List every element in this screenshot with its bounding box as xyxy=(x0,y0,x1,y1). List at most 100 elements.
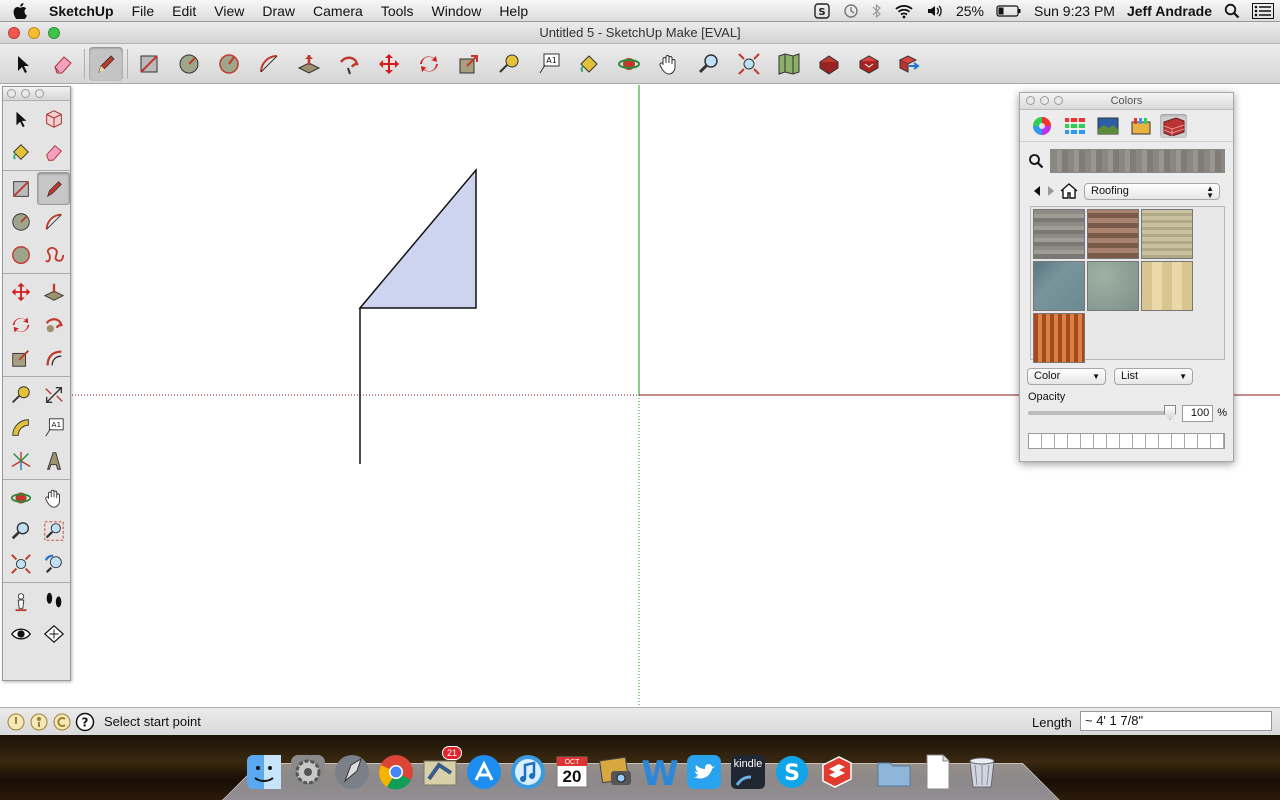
colors-close-button[interactable] xyxy=(1026,96,1035,105)
toolbar-tape-measure-tool[interactable] xyxy=(492,47,526,81)
toolbar-scale-tool[interactable] xyxy=(452,47,486,81)
calendar-dock-icon[interactable]: OCT 20 xyxy=(552,752,592,792)
mode-dropdown[interactable]: Color ▼ xyxy=(1027,368,1106,385)
window-close-button[interactable] xyxy=(8,27,20,39)
skype-status-icon[interactable]: S xyxy=(814,3,830,19)
sketchup-dock-icon[interactable] xyxy=(816,752,856,792)
twitter-dock-icon[interactable] xyxy=(684,752,724,792)
color-history-strip[interactable] xyxy=(1028,433,1225,449)
toolbar-line-tool[interactable] xyxy=(89,46,123,81)
toolbar-3d-warehouse-button[interactable] xyxy=(772,47,806,81)
mail-dock-icon[interactable]: 21 xyxy=(420,746,462,792)
material-thumb-slate-blue[interactable] xyxy=(1033,261,1085,311)
home-icon[interactable] xyxy=(1060,183,1078,199)
material-thumb-scallop-green[interactable] xyxy=(1087,261,1139,311)
toolbar-share-model-button[interactable] xyxy=(812,47,846,81)
trash-dock-icon[interactable] xyxy=(962,752,1002,792)
chrome-dock-icon[interactable] xyxy=(376,752,416,792)
toolbar-circle-tool[interactable] xyxy=(172,47,206,81)
menu-window[interactable]: Window xyxy=(423,0,491,22)
documents-stack-dock-icon[interactable] xyxy=(918,752,958,792)
menu-view[interactable]: View xyxy=(205,0,253,22)
image-palette-tab[interactable] xyxy=(1094,114,1121,138)
menubar-clock[interactable]: Sun 9:23 PM xyxy=(1034,3,1115,19)
material-thumb-stone-tan[interactable] xyxy=(1141,261,1193,311)
toolbar-select-tool[interactable] xyxy=(6,47,40,81)
menu-app-name[interactable]: SketchUp xyxy=(40,0,123,22)
credits-status-icon[interactable] xyxy=(29,712,49,732)
textures-tab[interactable] xyxy=(1160,113,1187,138)
toolbar-extension-warehouse-button[interactable] xyxy=(892,47,926,81)
toolbar-arc-tool[interactable] xyxy=(252,47,286,81)
opacity-slider-thumb[interactable] xyxy=(1164,405,1176,420)
apple-menu[interactable] xyxy=(0,2,40,19)
menu-file[interactable]: File xyxy=(123,0,164,22)
material-thumb-shingles-gray[interactable] xyxy=(1033,209,1085,259)
crayons-tab[interactable] xyxy=(1127,114,1154,138)
itunes-dock-icon[interactable] xyxy=(508,752,548,792)
menu-draw[interactable]: Draw xyxy=(253,0,304,22)
sliders-icon xyxy=(1064,116,1085,135)
instructor-help-icon[interactable]: ? xyxy=(75,712,95,732)
skype-dock-icon[interactable]: S xyxy=(772,752,812,792)
toolbar-zoom-tool[interactable] xyxy=(692,47,726,81)
toolbar-push-pull-tool[interactable] xyxy=(292,47,326,81)
eyedropper-search-icon[interactable] xyxy=(1028,153,1044,169)
menu-tools[interactable]: Tools xyxy=(372,0,423,22)
toolbar-paint-bucket-tool[interactable] xyxy=(572,47,606,81)
opacity-slider[interactable] xyxy=(1028,405,1176,420)
wunderlist-dock-icon[interactable]: W xyxy=(640,752,680,792)
toolbar-rectangle-tool[interactable] xyxy=(132,47,166,81)
current-material-swatch[interactable] xyxy=(1050,149,1225,173)
toolbar-move-tool[interactable] xyxy=(372,47,406,81)
toolbar-text-tool[interactable]: A1 xyxy=(532,47,566,81)
menubar-user[interactable]: Jeff Andrade xyxy=(1127,3,1212,19)
launchpad-dock-icon[interactable] xyxy=(332,752,372,792)
finder-dock-icon[interactable] xyxy=(244,752,284,792)
wifi-icon[interactable] xyxy=(894,3,914,19)
window-minimize-button[interactable] xyxy=(28,27,40,39)
toolbar-follow-me-tool[interactable] xyxy=(332,47,366,81)
menu-bar: SketchUp File Edit View Draw Camera Tool… xyxy=(0,0,1280,22)
triangle-face[interactable] xyxy=(358,167,477,309)
bluetooth-icon[interactable] xyxy=(872,3,882,19)
window-zoom-button[interactable] xyxy=(48,27,60,39)
material-thumb-shingles-olive[interactable] xyxy=(1141,209,1193,259)
toolbar-orbit-tool[interactable] xyxy=(612,47,646,81)
view-dropdown[interactable]: List ▼ xyxy=(1114,368,1193,385)
material-thumb-shakes-brown[interactable] xyxy=(1087,209,1139,259)
geolocation-status-icon[interactable] xyxy=(6,712,26,732)
kindle-dock-icon[interactable]: kindle xyxy=(728,752,768,792)
toolbar-zoom-extents-tool[interactable] xyxy=(732,47,766,81)
back-arrow-icon[interactable] xyxy=(1032,185,1042,197)
menu-help[interactable]: Help xyxy=(490,0,537,22)
app-store-dock-icon[interactable] xyxy=(464,752,504,792)
notification-center-icon[interactable] xyxy=(1252,3,1274,19)
colors-zoom-button[interactable] xyxy=(1054,96,1063,105)
toolbar-pan-tool[interactable] xyxy=(652,47,686,81)
iphoto-dock-icon[interactable] xyxy=(596,752,636,792)
color-wheel-tab[interactable] xyxy=(1028,114,1055,138)
time-machine-icon[interactable] xyxy=(842,3,860,19)
measurements-input[interactable]: ~ 4' 1 7/8" xyxy=(1080,711,1272,731)
colors-panel-title-bar[interactable]: Colors xyxy=(1020,93,1233,110)
toolbar-get-models-button[interactable] xyxy=(852,47,886,81)
system-preferences-dock-icon[interactable] xyxy=(288,752,328,792)
applications-folder-dock-icon[interactable] xyxy=(874,752,914,792)
colors-minimize-button[interactable] xyxy=(1040,96,1049,105)
menu-edit[interactable]: Edit xyxy=(163,0,205,22)
collection-dropdown[interactable]: Roofing ▲ ▼ xyxy=(1084,182,1220,200)
volume-icon[interactable] xyxy=(926,3,944,19)
login-status-icon[interactable] xyxy=(52,712,72,732)
material-thumb-tile-terracotta[interactable] xyxy=(1033,313,1085,363)
opacity-input[interactable]: 100 xyxy=(1181,404,1214,422)
toolbar-polygon-tool[interactable] xyxy=(212,47,246,81)
battery-icon[interactable] xyxy=(996,4,1022,18)
toolbar-rotate-tool[interactable] xyxy=(412,47,446,81)
forward-arrow-icon[interactable] xyxy=(1046,185,1056,197)
toolbar-eraser-tool[interactable] xyxy=(46,47,80,81)
menu-camera[interactable]: Camera xyxy=(304,0,372,22)
color-sliders-tab[interactable] xyxy=(1061,114,1088,138)
zoom-magnifier-icon xyxy=(698,53,718,73)
spotlight-search-icon[interactable] xyxy=(1224,3,1240,19)
